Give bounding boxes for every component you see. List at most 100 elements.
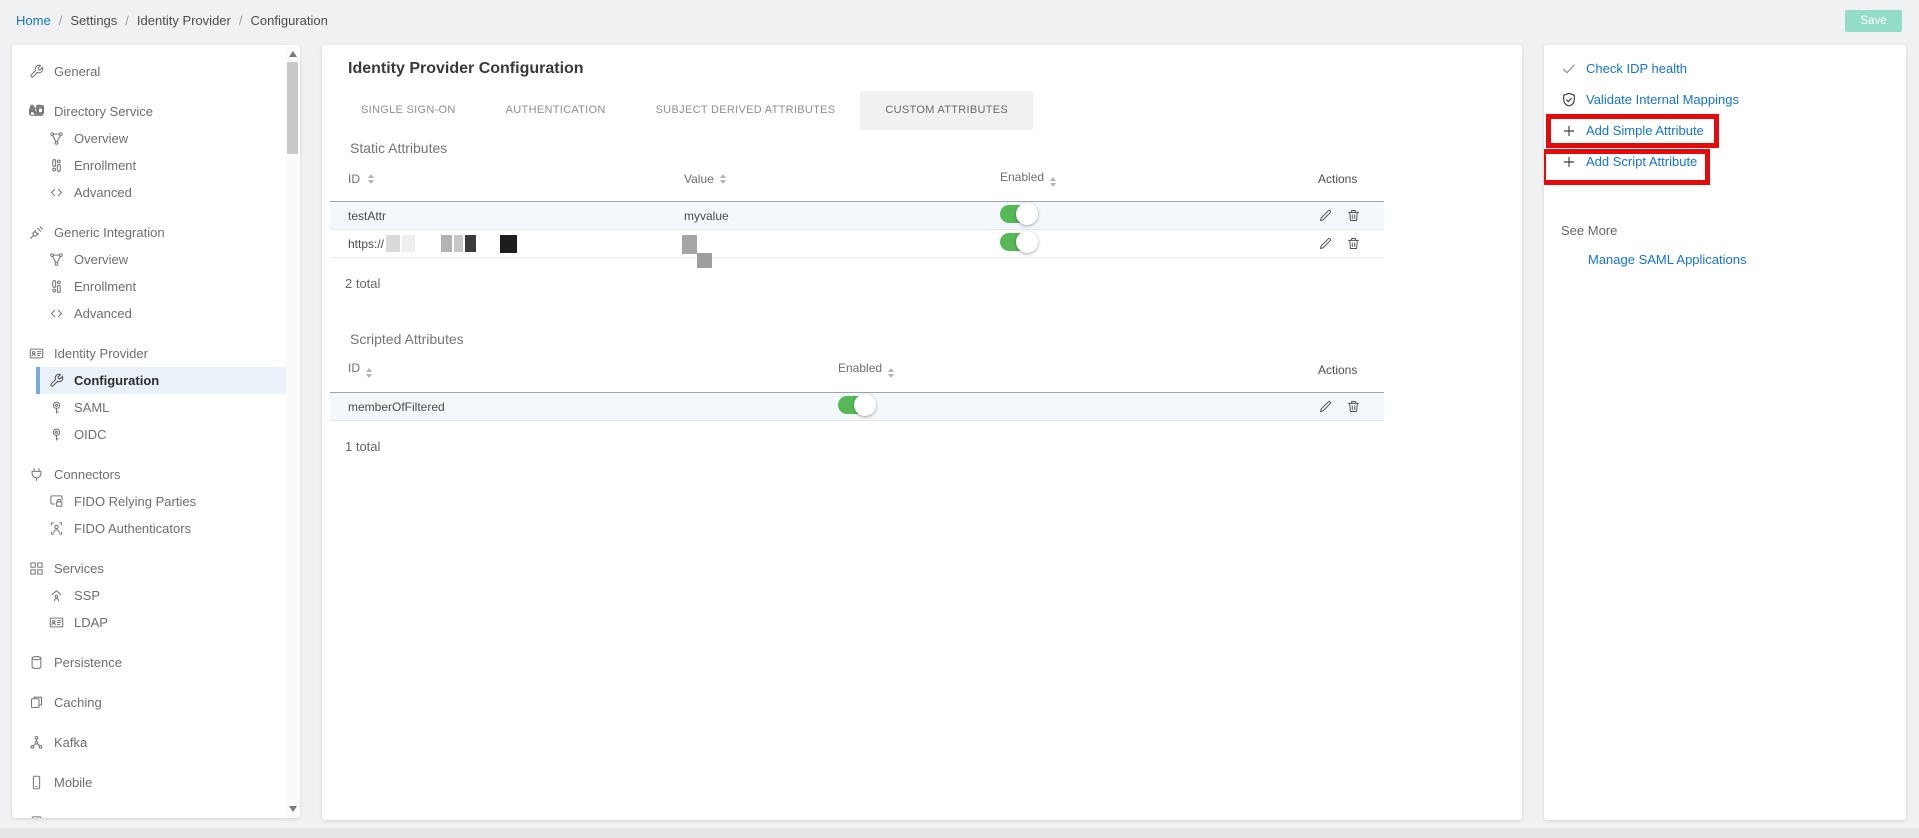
redaction-block [386, 235, 400, 252]
sidebar-item-ds-advanced[interactable]: Advanced [36, 179, 300, 206]
enabled-toggle[interactable] [1000, 233, 1034, 251]
sidebar-nav-list: General Directory Service Overview Enrol… [12, 45, 300, 818]
id-card-icon [49, 615, 64, 630]
sidebar-item-configuration[interactable]: Configuration [36, 367, 295, 394]
column-header-id[interactable]: ID [330, 361, 838, 378]
sidebar-item-caching[interactable]: Caching [12, 689, 300, 716]
cell-enabled [1000, 233, 1318, 254]
table-header-row: ID Enabled Actions [330, 347, 1384, 393]
static-attributes-table: ID Value Enabled Actions testAttr myvalu… [330, 156, 1384, 258]
sidebar-item-connectors[interactable]: Connectors [12, 461, 300, 488]
scrollbar-thumb[interactable] [287, 62, 298, 154]
enabled-toggle[interactable] [1000, 205, 1034, 223]
edit-icon[interactable] [1318, 399, 1333, 414]
cell-id: memberOfFiltered [330, 400, 838, 414]
scroll-up-icon[interactable] [289, 51, 297, 57]
sidebar-item-generic-integration[interactable]: Generic Integration [12, 219, 300, 246]
enabled-toggle[interactable] [838, 396, 872, 414]
sort-icon [1050, 177, 1056, 187]
column-header-enabled[interactable]: Enabled [838, 361, 1318, 378]
column-header-id[interactable]: ID [330, 172, 684, 186]
enrollment-icon [49, 279, 64, 294]
save-button[interactable]: Save [1845, 10, 1902, 32]
sort-icon [720, 174, 726, 184]
sidebar-item-ssp[interactable]: SSP [36, 582, 300, 609]
tab-subject-derived-attributes[interactable]: SUBJECT DERIVED ATTRIBUTES [631, 91, 861, 130]
grid-icon [29, 561, 44, 576]
static-attributes-heading: Static Attributes [350, 140, 1522, 156]
table-row: memberOfFiltered [330, 393, 1384, 421]
tab-bar: SINGLE SIGN-ON AUTHENTICATION SUBJECT DE… [336, 91, 1522, 130]
sort-icon [368, 174, 374, 184]
edit-icon[interactable] [1318, 236, 1333, 251]
sidebar-item-gi-overview[interactable]: Overview [36, 246, 300, 273]
breadcrumb-identity-provider: Identity Provider [137, 13, 231, 28]
redaction-block [682, 235, 697, 254]
page-footer-strip [0, 828, 1919, 838]
sidebar-item-ldap[interactable]: LDAP [36, 609, 300, 636]
sidebar-item-fido-authenticators[interactable]: FIDO Authenticators [36, 515, 300, 542]
key-icon [49, 400, 64, 415]
sidebar-item-mobile[interactable]: Mobile [12, 769, 300, 796]
sort-icon [888, 368, 894, 378]
phone-icon [29, 775, 44, 790]
screen-lock-icon [49, 494, 64, 509]
sidebar-item-ds-overview[interactable]: Overview [36, 125, 300, 152]
sidebar-item-kafka[interactable]: Kafka [12, 729, 300, 756]
see-more-label: See More [1561, 223, 1906, 238]
shield-check-icon [1561, 92, 1577, 108]
cell-value: myvalue [684, 209, 1000, 223]
delete-icon[interactable] [1346, 208, 1361, 223]
scan-person-icon [49, 521, 64, 536]
sidebar-item-services[interactable]: Services [12, 555, 300, 582]
breadcrumb-separator: / [59, 13, 63, 28]
column-header-enabled[interactable]: Enabled [1000, 170, 1318, 187]
plus-icon [1561, 154, 1577, 170]
sidebar-item-identity-provider[interactable]: Identity Provider [12, 340, 300, 367]
wrench-icon [49, 373, 64, 388]
sidebar-item-gi-advanced[interactable]: Advanced [36, 300, 300, 327]
nodes-icon [49, 252, 64, 267]
database-icon [29, 655, 44, 670]
top-bar: Home / Settings / Identity Provider / Co… [0, 0, 1919, 42]
tab-custom-attributes[interactable]: CUSTOM ATTRIBUTES [860, 91, 1033, 130]
sidebar-item-directory-service[interactable]: Directory Service [12, 98, 300, 125]
manage-saml-applications-link[interactable]: Manage SAML Applications [1588, 252, 1906, 267]
tab-authentication[interactable]: AUTHENTICATION [481, 91, 631, 130]
sidebar-item-persistence[interactable]: Persistence [12, 649, 300, 676]
nodes-icon [49, 131, 64, 146]
sidebar-item-gi-enrollment[interactable]: Enrollment [36, 273, 300, 300]
sidebar-item-fido-relying-parties[interactable]: FIDO Relying Parties [36, 488, 300, 515]
sidebar-item-saml[interactable]: SAML [36, 394, 300, 421]
delete-icon[interactable] [1346, 399, 1361, 414]
check-idp-health-link[interactable]: Check IDP health [1544, 53, 1906, 84]
plug-angled-icon [29, 225, 44, 240]
redaction-block [402, 235, 415, 252]
breadcrumb-home[interactable]: Home [16, 13, 51, 28]
column-header-value[interactable]: Value [684, 172, 1000, 186]
redaction-block [465, 235, 476, 252]
delete-icon[interactable] [1346, 236, 1361, 251]
sidebar-item-partial[interactable] [12, 809, 300, 818]
sidebar-scrollbar[interactable] [286, 46, 299, 817]
add-script-attribute-link[interactable]: Add Script Attribute [1544, 146, 1906, 177]
static-attributes-total: 2 total [345, 276, 1522, 291]
breadcrumb-separator: / [125, 13, 129, 28]
edit-icon[interactable] [1318, 208, 1333, 223]
breadcrumb-separator: / [239, 13, 243, 28]
redaction-block [697, 253, 712, 268]
tab-single-sign-on[interactable]: SINGLE SIGN-ON [336, 91, 481, 130]
sidebar-item-general[interactable]: General [12, 58, 300, 85]
scripted-attributes-heading: Scripted Attributes [350, 331, 1522, 347]
sidebar-item-ds-enrollment[interactable]: Enrollment [36, 152, 300, 179]
add-simple-attribute-link[interactable]: Add Simple Attribute [1544, 115, 1906, 146]
scroll-down-icon[interactable] [289, 806, 297, 812]
sidebar-item-oidc[interactable]: OIDC [36, 421, 300, 448]
validate-internal-mappings-link[interactable]: Validate Internal Mappings [1544, 84, 1906, 115]
cell-id: https:// [330, 235, 684, 253]
column-header-actions: Actions [1318, 172, 1384, 186]
sidebar-nav: General Directory Service Overview Enrol… [12, 45, 300, 818]
enrollment-icon [49, 158, 64, 173]
code-icon [49, 185, 64, 200]
plug-icon [29, 467, 44, 482]
